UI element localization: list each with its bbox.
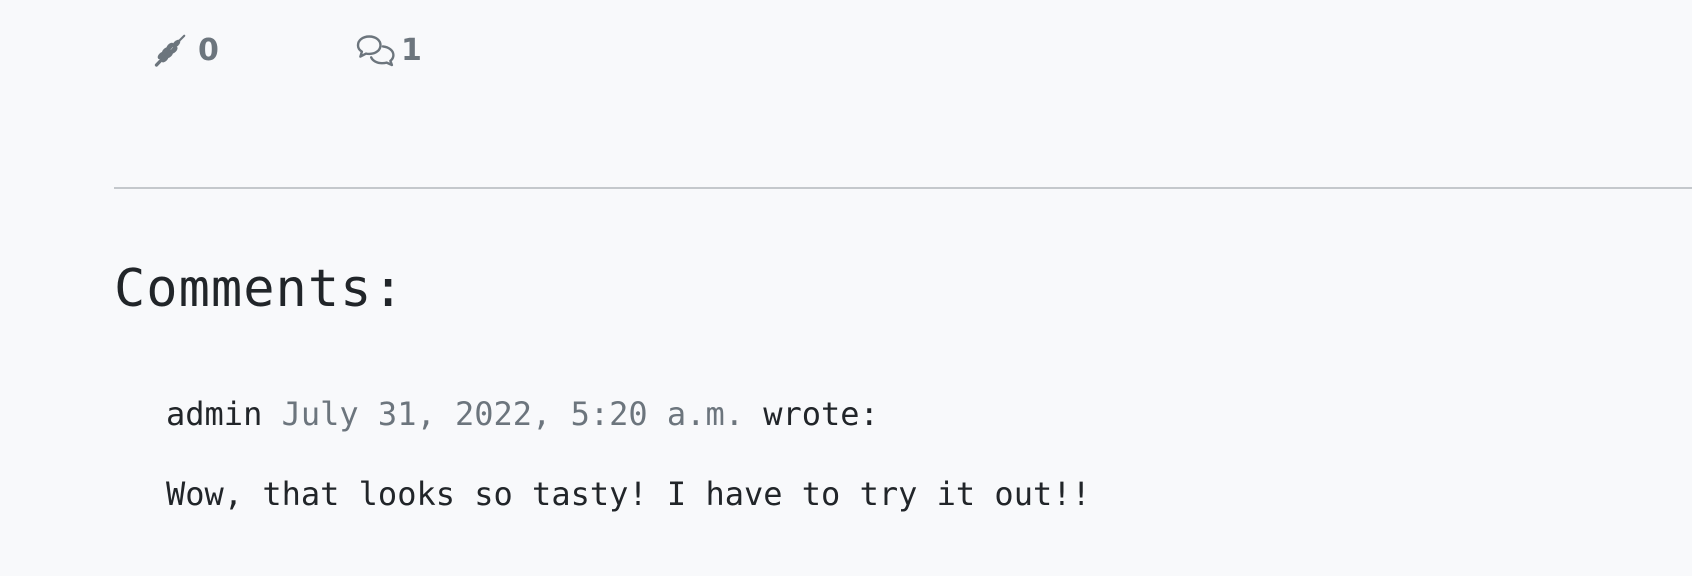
section-divider bbox=[114, 187, 1692, 189]
comment-wrote-label: wrote: bbox=[763, 395, 879, 433]
comment-body: Wow, that looks so tasty! I have to try … bbox=[166, 475, 1091, 513]
likes-count: 0 bbox=[198, 32, 219, 68]
comment-header: admin July 31, 2022, 5:20 a.m. wrote: bbox=[166, 394, 1091, 434]
comment-item: admin July 31, 2022, 5:20 a.m. wrote: Wo… bbox=[166, 394, 1091, 514]
likes-stat[interactable]: 0 bbox=[152, 32, 355, 68]
comments-heading: Comments: bbox=[114, 259, 405, 319]
comment-author: admin bbox=[166, 395, 263, 433]
comments-count: 1 bbox=[401, 32, 422, 68]
comment-date: July 31, 2022, 5:20 a.m. bbox=[281, 395, 744, 433]
comments-stat[interactable]: 1 bbox=[355, 32, 422, 68]
post-stats: 0 1 bbox=[152, 30, 422, 70]
wheat-icon bbox=[152, 32, 198, 68]
chat-bubbles-icon bbox=[355, 32, 401, 68]
